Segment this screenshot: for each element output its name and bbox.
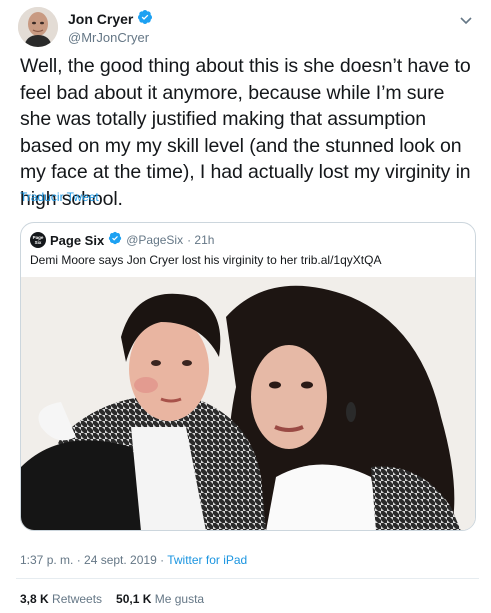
quoted-tweet-photo[interactable] [21, 277, 475, 530]
tweet-stats: 3,8 K Retweets 50,1 K Me gusta [20, 592, 204, 606]
author-block: Jon Cryer @MrJonCryer [68, 9, 153, 45]
likes-label: Me gusta [151, 592, 205, 606]
verified-badge-icon [137, 9, 153, 30]
likes-stat[interactable]: 50,1 K Me gusta [116, 592, 204, 606]
quoted-tweet-text: Demi Moore says Jon Cryer lost his virgi… [30, 253, 382, 267]
likes-count: 50,1 K [116, 592, 152, 606]
tweet-text: Well, the good thing about this is she d… [20, 55, 471, 210]
divider [16, 578, 479, 579]
chevron-down-icon[interactable] [459, 13, 473, 25]
tweet-meta: 1:37 p. m. · 24 sept. 2019 · Twitter for… [20, 553, 247, 567]
retweets-stat[interactable]: 3,8 K Retweets [20, 592, 102, 606]
quoted-tweet[interactable]: Page Six Page Six @PageSix · 21h Demi Mo… [20, 222, 476, 531]
author-name[interactable]: Jon Cryer [68, 11, 133, 27]
author-avatar[interactable] [18, 7, 58, 47]
quoted-avatar-logo: Page Six [32, 235, 44, 245]
quoted-tweet-time: · 21h [187, 233, 215, 247]
quoted-tweet-header: Page Six Page Six @PageSix · 21h [30, 231, 215, 250]
quoted-author-avatar: Page Six [30, 232, 46, 248]
tweet-source-link[interactable]: Twitter for iPad [167, 553, 247, 567]
translate-tweet-link[interactable]: Traducir Tweet [20, 190, 99, 204]
tweet-card: Jon Cryer @MrJonCryer Well, the good thi… [0, 0, 491, 613]
quoted-author-handle: @PageSix [126, 233, 184, 247]
retweets-count: 3,8 K [20, 592, 49, 606]
tweet-timestamp[interactable]: 1:37 p. m. · 24 sept. 2019 · [20, 553, 167, 567]
author-name-row: Jon Cryer [68, 9, 153, 30]
quoted-author-name: Page Six [50, 232, 105, 248]
verified-badge-icon [108, 231, 122, 250]
author-handle[interactable]: @MrJonCryer [68, 30, 153, 45]
retweets-label: Retweets [48, 592, 103, 606]
